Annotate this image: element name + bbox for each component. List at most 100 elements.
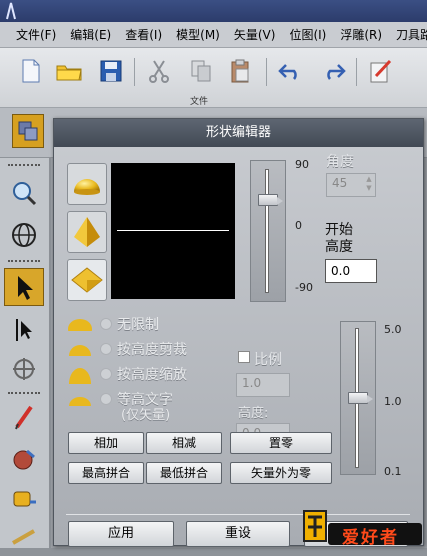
scale-check-label: 比例 [254,352,282,368]
toolbar-separator [134,58,135,86]
redo-icon [327,64,346,80]
undo-button[interactable] [276,56,306,86]
clip-by-height-label: 按高度剪裁 [117,342,187,358]
zoom-button[interactable] [4,174,44,212]
angle-field: 45 ▲ ▼ [326,173,376,197]
dome-shape-icon [74,179,100,195]
paste-button[interactable] [226,56,256,86]
max-merge-button[interactable]: 最高拼合 [68,462,144,484]
min-merge-button[interactable]: 最低拼合 [146,462,222,484]
toolbar-separator [266,58,267,86]
node-edit-button[interactable] [4,310,44,348]
gold-dome-icon [69,368,91,384]
angle-spinner: ▲ ▼ [366,175,372,192]
arrow-cursor-icon [18,276,33,300]
start-height-label-line2: 高度 [325,239,353,255]
scale-by-height-label: 按高度缩放 [117,367,187,383]
dialog-body: 90 0 -90 角度 45 ▲▼ 开始 高度 无限制 按高度剪裁 按高度缩放 [54,147,423,547]
node-arrow-icon [16,319,32,341]
option-scale-by-height[interactable]: 按高度缩放 [66,363,187,385]
folder-icon [56,65,82,81]
copy-button[interactable] [186,56,216,86]
cut-button[interactable] [144,56,174,86]
pyramid-shape-button[interactable] [67,211,107,253]
ruler-button[interactable] [4,518,44,556]
menu-bitmap[interactable]: 位图(I) [282,22,333,47]
scale-slider[interactable] [340,321,376,475]
reset-button[interactable]: 重设 [186,521,290,547]
set-zero-button[interactable]: 置零 [230,432,332,454]
move-rotate-icon [13,358,35,380]
new-file-icon [22,59,40,83]
scale-checkbox[interactable] [238,351,250,363]
dialog-title: 形状编辑器 [54,119,423,147]
measure-button[interactable] [4,480,44,518]
layers-icon [18,121,38,141]
palette-grip [8,260,40,262]
add-button[interactable]: 相加 [68,432,144,454]
draw-line-button[interactable] [4,398,44,436]
angle-slider-thumb[interactable] [258,194,283,206]
new-file-button[interactable] [16,56,46,86]
globe-icon [12,223,36,247]
paint-button[interactable] [4,440,44,478]
option-clip-by-height[interactable]: 按高度剪裁 [66,338,187,360]
undo-icon [278,64,297,80]
constant-height-text-radio[interactable] [100,393,112,405]
zero-outside-vector-button[interactable]: 矢量外为零 [230,462,332,484]
round-shape-button[interactable] [67,163,107,205]
clip-by-height-radio[interactable] [100,343,112,355]
save-button[interactable] [96,56,126,86]
subtract-button[interactable]: 相减 [146,432,222,454]
menu-model[interactable]: 模型(M) [169,22,227,47]
menu-toolpath[interactable]: 刀具路径 [389,22,427,47]
angle-label: 角度 [326,154,354,170]
menu-view[interactable]: 查看(I) [118,22,169,47]
menu-relief[interactable]: 浮雕(R) [333,22,389,47]
redo-button[interactable] [318,56,348,86]
magnifier-icon [13,182,37,206]
vector-only-note: (仅矢量) [121,408,171,423]
scale-min-label: 0.1 [384,465,402,478]
profile-line [117,230,229,231]
left-tool-palette [0,158,50,548]
angle-value: 45 [332,176,348,190]
option-unlimited[interactable]: 无限制 [66,313,159,335]
layer-tool-button[interactable] [12,114,44,148]
height-label: 高度: [238,406,269,421]
scale-mid-label: 1.0 [384,395,402,408]
open-file-button[interactable] [54,56,84,86]
scale-slider-thumb[interactable] [348,392,373,404]
scale-by-height-radio[interactable] [100,368,112,380]
angle-min-label: -90 [295,281,313,294]
plane-shape-button[interactable] [67,259,107,301]
menu-file[interactable]: 文件(F) [0,22,63,47]
select-tool-button[interactable] [4,268,44,306]
apply-button[interactable]: 应用 [68,521,174,547]
palette-grip [8,392,40,394]
start-height-input[interactable] [325,259,377,283]
angle-mid-label: 0 [295,219,302,232]
unlimited-radio[interactable] [100,318,112,330]
angle-slider[interactable] [250,160,286,302]
menu-vector[interactable]: 矢量(V) [227,22,283,47]
file-toolbar: 文件 [0,48,427,108]
edit-notes-button[interactable] [366,56,396,86]
tape-measure-icon [13,491,36,507]
shape-preview [111,163,235,299]
floppy-disk-icon [100,60,122,82]
gold-dome-icon [68,319,92,331]
scale-field: 1.0 [236,373,290,397]
red-pencil-icon [15,405,33,430]
view-globe-button[interactable] [4,216,44,254]
scissors-icon [149,60,169,83]
pyramid-shape-icon [74,217,100,247]
toolbar-separator [356,58,357,86]
menu-bar: 文件(F)编辑(E)查看(I)模型(M)矢量(V)位图(I)浮雕(R)刀具路径 [0,22,427,48]
angle-max-label: 90 [295,158,309,171]
menu-edit[interactable]: 编辑(E) [63,22,118,47]
ruler-icon [12,529,35,545]
scale-max-label: 5.0 [384,323,402,336]
app-title-bar [0,0,427,22]
transform-button[interactable] [4,350,44,388]
